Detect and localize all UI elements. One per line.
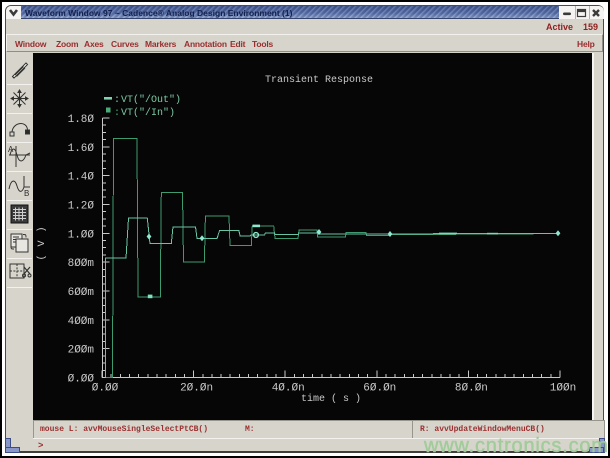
svg-text:6Ø.Øn: 6Ø.Øn <box>363 383 396 395</box>
svg-text:8Ø.Øn: 8Ø.Øn <box>455 383 488 395</box>
svg-text:1ØØn: 1ØØn <box>550 383 576 395</box>
svg-text:1.ØØ: 1.ØØ <box>68 229 95 241</box>
svg-text:Transient Response: Transient Response <box>265 74 373 86</box>
svg-text:Ø.ØØ: Ø.ØØ <box>92 383 119 395</box>
svg-text:( V ): ( V ) <box>36 225 48 260</box>
svg-text:1.6Ø: 1.6Ø <box>68 143 95 155</box>
svg-text::: : <box>114 95 120 106</box>
svg-text:A: A <box>8 145 14 154</box>
svg-text:1.8Ø: 1.8Ø <box>68 114 95 126</box>
svg-text:2ØØm: 2ØØm <box>68 345 95 357</box>
svg-text:1.4Ø: 1.4Ø <box>68 172 95 184</box>
svg-text:6ØØm: 6ØØm <box>68 287 95 299</box>
svg-text:8ØØm: 8ØØm <box>68 258 95 270</box>
svg-text:1.2Ø: 1.2Ø <box>68 201 95 213</box>
svg-text::: : <box>114 108 120 119</box>
svg-text:VT("/In"): VT("/In") <box>121 107 175 119</box>
svg-text:4ØØm: 4ØØm <box>68 316 95 328</box>
svg-text:VT("/Out"): VT("/Out") <box>121 94 181 106</box>
svg-text:4Ø.Øn: 4Ø.Øn <box>272 383 305 395</box>
svg-text:B: B <box>24 189 29 198</box>
svg-text:Ø.ØØ: Ø.ØØ <box>68 374 95 386</box>
svg-text:time ( s ): time ( s ) <box>301 393 361 405</box>
svg-text:2Ø.Øn: 2Ø.Øn <box>180 383 213 395</box>
